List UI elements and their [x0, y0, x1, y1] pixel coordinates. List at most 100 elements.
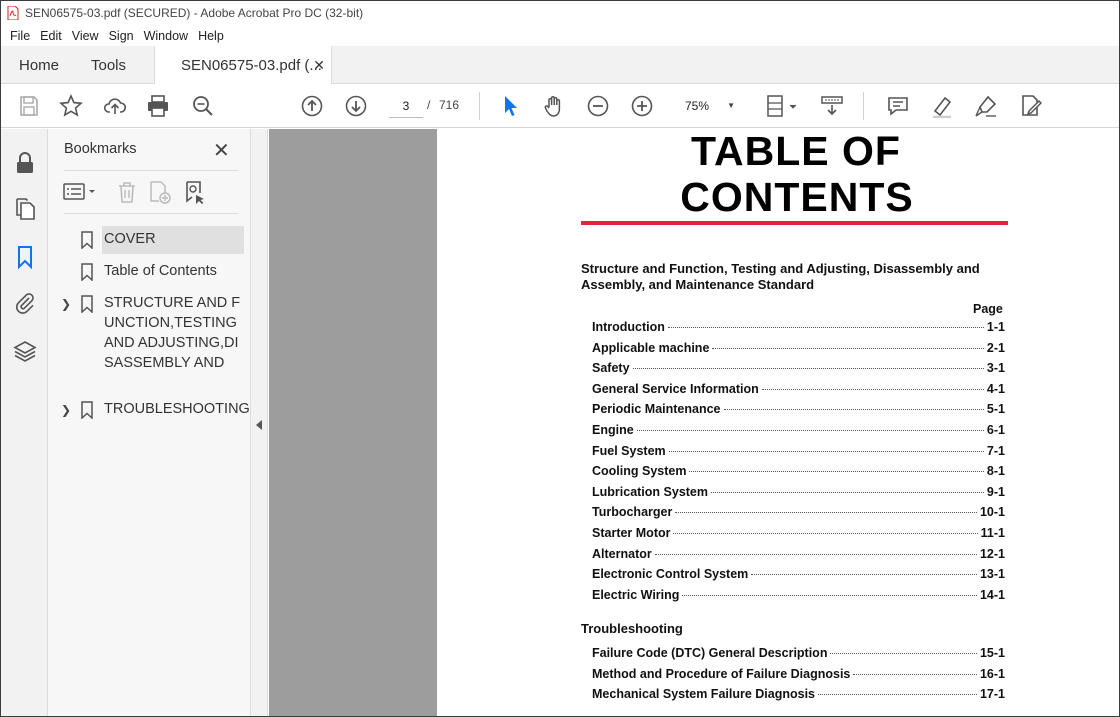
upload-cloud-icon[interactable]: [103, 94, 127, 118]
toc-entry[interactable]: Failure Code (DTC) General Description 15…: [592, 646, 1005, 666]
zoom-in-icon[interactable]: [630, 94, 654, 118]
toc-entry-name: Applicable machine: [592, 340, 710, 355]
bookmark-icon: [81, 401, 93, 419]
bookmark-star-icon[interactable]: [59, 94, 83, 118]
toc-entry[interactable]: General Service Information 4-1: [592, 382, 1005, 402]
page-total: 716: [439, 98, 460, 112]
toc-entry[interactable]: Mechanical System Failure Diagnosis 17-1: [592, 687, 1005, 707]
zoom-level-select[interactable]: 75% ▼: [677, 94, 743, 118]
toc-leader-dots: [682, 594, 977, 596]
bookmark-label: COVER: [104, 231, 156, 247]
toc-entry[interactable]: Periodic Maintenance 5-1: [592, 402, 1005, 422]
page-column-header: Page: [973, 302, 1003, 316]
bookmark-options-icon[interactable]: [62, 179, 100, 205]
toc-leader-dots: [712, 347, 984, 349]
pages-icon[interactable]: [13, 197, 37, 221]
panel-divider: [64, 170, 238, 171]
bookmark-label: Table of Contents: [104, 263, 217, 279]
page-up-icon[interactable]: [300, 94, 324, 118]
new-bookmark-icon[interactable]: [147, 179, 173, 205]
toc-entry-page: 12-1: [979, 546, 1005, 561]
chevron-right-icon[interactable]: ❯: [61, 403, 71, 417]
toc-entry-page: 6-1: [986, 423, 1005, 437]
toc-entry[interactable]: Applicable machine 2-1: [592, 341, 1005, 361]
menu-sign[interactable]: Sign: [109, 29, 134, 43]
scroll-mode-icon[interactable]: [820, 94, 844, 118]
toc-leader-dots: [751, 574, 977, 576]
toc-entry-name: Method and Procedure of Failure Diagnosi…: [592, 666, 851, 681]
attachment-icon[interactable]: [13, 291, 37, 315]
toc-entry[interactable]: Alternator 12-1: [592, 547, 1005, 567]
sign-icon[interactable]: [974, 94, 998, 118]
zoom-out-icon[interactable]: [586, 94, 610, 118]
tab-home[interactable]: Home: [19, 46, 59, 84]
toc-leader-dots: [818, 694, 977, 696]
lock-icon[interactable]: [13, 151, 37, 175]
toc-entry-page: 4-1: [986, 381, 1005, 396]
toc-entry-page: 11-1: [980, 526, 1005, 540]
menu-file[interactable]: File: [10, 29, 30, 43]
toc-title-line1: TABLE OF: [691, 129, 901, 174]
page-separator: /: [427, 98, 431, 112]
chevron-down-icon: ▼: [727, 101, 735, 110]
chevron-right-icon[interactable]: ❯: [61, 297, 71, 311]
select-arrow-icon[interactable]: [499, 94, 523, 118]
toc-entry-name: Electronic Control System: [592, 567, 749, 582]
menu-window[interactable]: Window: [144, 29, 188, 43]
bookmark-icon[interactable]: [13, 245, 37, 270]
toc-entry-name: Turbocharger: [592, 505, 673, 520]
tab-close-icon[interactable]: ✕: [313, 57, 325, 74]
toc-entry[interactable]: Fuel System 7-1: [592, 444, 1005, 464]
zoom-search-icon[interactable]: [191, 94, 215, 118]
toc-entry-page: 2-1: [986, 340, 1005, 355]
delete-icon[interactable]: [114, 179, 140, 205]
document-canvas-background: [269, 129, 437, 716]
toc-entry-page: 17-1: [979, 687, 1005, 702]
toc-entry[interactable]: Starter Motor 11-1: [592, 526, 1005, 546]
zoom-level-value: 75%: [685, 99, 710, 113]
comment-icon[interactable]: [886, 94, 910, 118]
toc-entry[interactable]: Safety 3-1: [592, 361, 1005, 381]
page-down-icon[interactable]: [344, 94, 368, 118]
toc-entry-name: Starter Motor: [592, 526, 671, 540]
toc-entry[interactable]: Electric Wiring 14-1: [592, 588, 1005, 608]
page-number-input[interactable]: 3: [389, 94, 423, 118]
edit-pdf-icon[interactable]: [1018, 94, 1043, 118]
title-rule: [581, 221, 1008, 225]
tab-bar: Home Tools SEN06575-03.pdf (... ✕: [1, 46, 1119, 85]
toc-entry-name: Engine: [592, 423, 634, 437]
page-fit-icon[interactable]: [765, 94, 799, 118]
print-icon[interactable]: [146, 94, 170, 118]
toolbar-divider: [479, 92, 480, 120]
toc-entry-name: Alternator: [592, 546, 652, 561]
toc-entry[interactable]: Engine 6-1: [592, 423, 1005, 443]
tab-document[interactable]: SEN06575-03.pdf (... ✕: [154, 46, 332, 85]
bookmarks-panel: Bookmarks ✕ COVER Table of Contents ❯ ST…: [48, 129, 251, 716]
main-toolbar: 3 / 716 75% ▼: [1, 84, 1119, 128]
toc-entry[interactable]: Introduction 1-1: [592, 320, 1005, 340]
tab-tools[interactable]: Tools: [91, 46, 126, 84]
title-bar: SEN06575-03.pdf (SECURED) - Adobe Acroba…: [1, 1, 1119, 25]
highlight-icon[interactable]: [930, 94, 954, 119]
toc-entry-name: Mechanical System Failure Diagnosis: [592, 687, 815, 702]
toc-entry[interactable]: Electronic Control System 13-1: [592, 567, 1005, 587]
toc-entry[interactable]: Lubrication System 9-1: [592, 485, 1005, 505]
menu-help[interactable]: Help: [198, 29, 224, 43]
save-icon[interactable]: [17, 94, 41, 118]
toc-entry-name: Cooling System: [592, 464, 687, 479]
toc-entry[interactable]: Cooling System 8-1: [592, 464, 1005, 484]
hand-icon[interactable]: [542, 94, 566, 118]
panel-collapse-handle[interactable]: [251, 129, 268, 716]
find-bookmark-icon[interactable]: [182, 179, 208, 205]
toc-leader-dots: [711, 491, 984, 493]
bookmark-icon: [81, 231, 93, 249]
toc-entry[interactable]: Turbocharger 10-1: [592, 505, 1005, 525]
toc-entry-page: 15-1: [979, 646, 1005, 660]
toc-leader-dots: [673, 533, 978, 534]
menu-view[interactable]: View: [72, 29, 99, 43]
toc-entry[interactable]: Method and Procedure of Failure Diagnosi…: [592, 667, 1005, 687]
menu-edit[interactable]: Edit: [40, 29, 62, 43]
close-icon[interactable]: ✕: [213, 138, 230, 163]
window-title: SEN06575-03.pdf (SECURED) - Adobe Acroba…: [25, 6, 364, 20]
layers-icon[interactable]: [13, 339, 37, 363]
